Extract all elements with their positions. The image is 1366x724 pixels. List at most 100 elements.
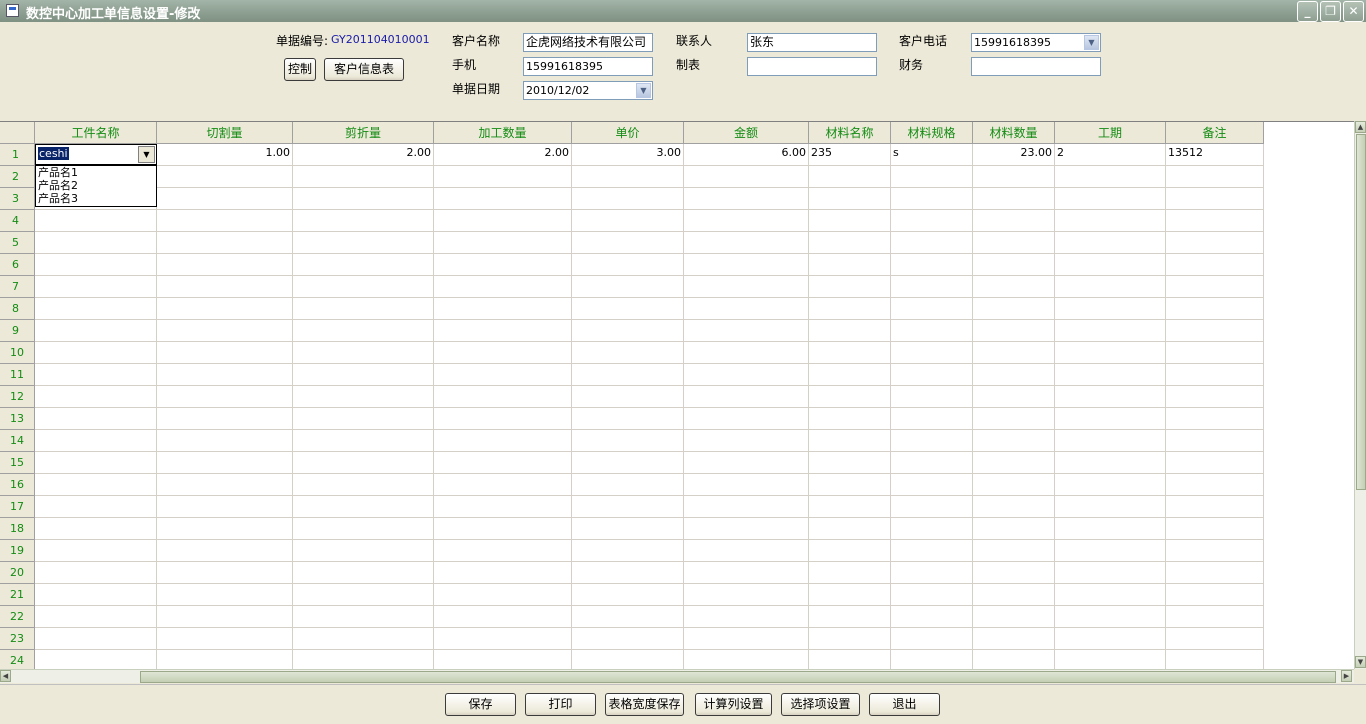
scroll-up-icon[interactable]: ▲ [1355,121,1366,133]
cell-amount[interactable]: 6.00 [684,145,808,165]
row-header[interactable]: 2 [0,166,35,188]
control-button[interactable]: 控制 [284,58,316,81]
print-button[interactable]: 打印 [525,693,596,716]
maker-field[interactable] [747,57,877,76]
column-header[interactable]: 工件名称 [35,122,157,144]
cell-spec[interactable]: s [891,145,972,165]
customer-name-field[interactable]: 企虎网络技术有限公司 [523,33,653,52]
exit-button[interactable]: 退出 [869,693,940,716]
row-header[interactable]: 23 [0,628,35,650]
row-header[interactable]: 8 [0,298,35,320]
chevron-down-icon[interactable]: ▼ [1084,35,1099,50]
dropdown-option[interactable]: 产品名2 [38,180,78,192]
row-header[interactable]: 3 [0,188,35,210]
scroll-right-icon[interactable]: ▶ [1341,670,1352,682]
row-header[interactable]: 12 [0,386,35,408]
row-header[interactable]: 13 [0,408,35,430]
part-name-combo[interactable]: ceshi ▼ [35,144,157,165]
vertical-scrollbar[interactable]: ▲ ▼ [1354,121,1366,669]
restore-button[interactable]: ❐ [1320,1,1341,22]
horizontal-scrollbar[interactable]: ◀ ▶ [0,669,1354,683]
grid-line [35,583,1264,584]
row-header[interactable]: 20 [0,562,35,584]
order-header-form: 单据编号: GY201104010001 控制 客户信息表 客户名称 企虎网络技… [0,22,1366,120]
column-header[interactable]: 剪折量 [293,122,434,144]
row-header[interactable]: 19 [0,540,35,562]
vertical-scroll-thumb[interactable] [1356,134,1366,490]
app-icon[interactable] [6,4,19,17]
customer-name-label: 客户名称 [452,34,501,48]
row-header[interactable]: 16 [0,474,35,496]
cell-remark[interactable]: 13512 [1166,145,1263,165]
finance-field[interactable] [971,57,1101,76]
action-bar: 保存 打印 表格宽度保存 计算列设置 选择项设置 退出 [0,684,1366,724]
cell-cut[interactable]: 1.00 [157,145,292,165]
row-header[interactable]: 10 [0,342,35,364]
grid-line [35,363,1264,364]
chevron-down-icon[interactable]: ▼ [138,146,155,163]
column-header[interactable]: 工期 [1055,122,1166,144]
column-header[interactable]: 材料规格 [891,122,973,144]
grid-corner [0,122,35,144]
row-header[interactable]: 18 [0,518,35,540]
column-header[interactable]: 单价 [572,122,684,144]
row-header[interactable]: 9 [0,320,35,342]
cell-period[interactable]: 2 [1055,145,1165,165]
row-header[interactable]: 1 [0,144,35,166]
doc-no-label: 单据编号: [276,34,329,48]
cell-qty[interactable]: 2.00 [434,145,571,165]
contact-field[interactable]: 张东 [747,33,877,52]
option-settings-button[interactable]: 选择项设置 [781,693,860,716]
cell-material[interactable]: 235 [809,145,890,165]
cell-material-qty[interactable]: 23.00 [973,145,1054,165]
row-header[interactable]: 17 [0,496,35,518]
scroll-down-icon[interactable]: ▼ [1355,656,1366,668]
calc-column-settings-button[interactable]: 计算列设置 [695,693,772,716]
column-header[interactable]: 备注 [1166,122,1264,144]
row-header[interactable]: 6 [0,254,35,276]
column-header[interactable]: 金额 [684,122,809,144]
close-button[interactable]: ✕ [1343,1,1364,22]
row-header[interactable]: 11 [0,364,35,386]
grid-line [35,605,1264,606]
part-name-value[interactable]: ceshi [38,147,69,160]
row-header[interactable]: 22 [0,606,35,628]
title-bar[interactable]: 数控中心加工单信息设置-修改 _ ❐ ✕ [0,0,1366,22]
grid-line [35,187,1264,188]
column-header[interactable]: 材料名称 [809,122,891,144]
doc-date-picker[interactable]: 2010/12/02 ▼ [523,81,653,100]
mobile-field[interactable]: 15991618395 [523,57,653,76]
row-header[interactable]: 7 [0,276,35,298]
save-button[interactable]: 保存 [445,693,516,716]
dropdown-option[interactable]: 产品名1 [38,167,78,179]
doc-no-value: GY201104010001 [331,33,430,46]
order-grid[interactable]: 工件名称 切割量 剪折量 加工数量 单价 金额 材料名称 材料规格 材料数量 工… [0,121,1366,670]
customer-table-button[interactable]: 客户信息表 [324,58,404,81]
column-header[interactable]: 材料数量 [973,122,1055,144]
save-column-width-button[interactable]: 表格宽度保存 [605,693,684,716]
row-header[interactable]: 4 [0,210,35,232]
dropdown-option[interactable]: 产品名3 [38,193,78,205]
horizontal-scroll-thumb[interactable] [140,671,1336,683]
maker-label: 制表 [676,58,701,72]
minimize-button[interactable]: _ [1297,1,1318,22]
grid-line [35,385,1264,386]
chevron-down-icon[interactable]: ▼ [636,83,651,98]
cell-price[interactable]: 3.00 [572,145,683,165]
cell-fold[interactable]: 2.00 [293,145,433,165]
column-header[interactable]: 加工数量 [434,122,572,144]
grid-line [35,539,1264,540]
part-name-dropdown-list[interactable]: 产品名1 产品名2 产品名3 [35,165,157,207]
row-header[interactable]: 24 [0,650,35,670]
grid-line [35,429,1264,430]
row-header[interactable]: 15 [0,452,35,474]
column-header[interactable]: 切割量 [157,122,293,144]
scroll-left-icon[interactable]: ◀ [0,670,11,682]
grid-line [35,451,1264,452]
grid-line [35,319,1264,320]
grid-line [35,341,1264,342]
customer-phone-combo[interactable]: 15991618395 ▼ [971,33,1101,52]
row-header[interactable]: 14 [0,430,35,452]
row-header[interactable]: 5 [0,232,35,254]
row-header[interactable]: 21 [0,584,35,606]
